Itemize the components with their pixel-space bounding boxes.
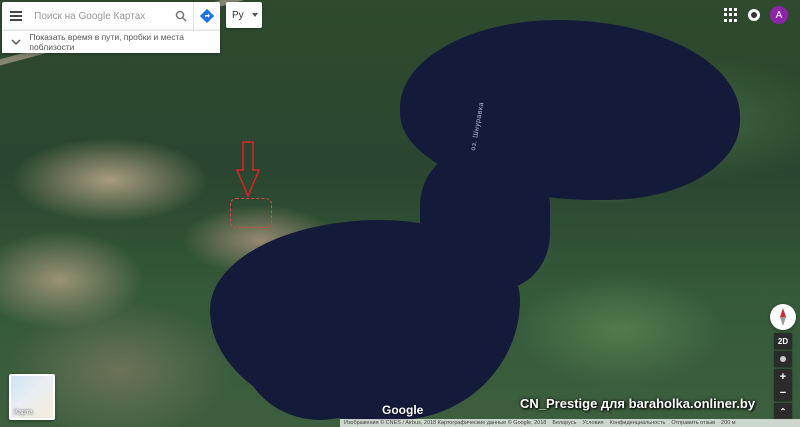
watermark: CN_Prestige для baraholka.onliner.by bbox=[520, 396, 756, 411]
language-select[interactable]: Ру bbox=[226, 2, 262, 28]
apps-grid-icon[interactable] bbox=[724, 8, 738, 22]
footer-privacy-link[interactable]: Конфиденциальность bbox=[610, 420, 666, 426]
search-icon[interactable] bbox=[170, 2, 193, 30]
footer-country: Беларусь bbox=[552, 420, 577, 426]
caret-down-icon bbox=[252, 13, 258, 17]
lake-west-part bbox=[240, 270, 400, 420]
imagery-attribution: Изображения © CNES / Airbus, 2018 Картог… bbox=[344, 420, 547, 426]
zoom-out-button[interactable]: − bbox=[774, 385, 792, 401]
scale-label: 200 м bbox=[721, 420, 736, 426]
language-value: Ру bbox=[232, 9, 244, 21]
layer-label: Карта bbox=[14, 409, 33, 416]
view-mode-button[interactable]: 2D bbox=[774, 333, 792, 349]
red-arrow-marker bbox=[236, 141, 260, 198]
chevron-down-icon[interactable] bbox=[2, 38, 29, 46]
my-location-button[interactable] bbox=[774, 351, 792, 367]
search-box bbox=[2, 2, 220, 30]
footer-feedback-link[interactable]: Отправить отзыв bbox=[671, 420, 715, 426]
top-right-toolbar: A bbox=[724, 6, 788, 24]
hamburger-icon bbox=[10, 15, 23, 17]
highlighted-plot bbox=[230, 198, 272, 228]
map-footer: Изображения © CNES / Airbus, 2018 Картог… bbox=[340, 419, 800, 427]
travel-info-row[interactable]: Показать время в пути, пробки и места по… bbox=[2, 30, 220, 53]
google-logo: Google bbox=[382, 403, 424, 417]
notifications-icon[interactable] bbox=[748, 9, 760, 21]
directions-icon[interactable] bbox=[192, 2, 220, 30]
satellite-map[interactable]: оз. Шнуравка bbox=[0, 0, 800, 427]
location-dot-icon bbox=[780, 356, 786, 362]
expand-button[interactable]: ⌃ bbox=[774, 403, 792, 419]
travel-info-text: Показать время в пути, пробки и места по… bbox=[29, 32, 184, 52]
avatar[interactable]: A bbox=[770, 6, 788, 24]
footer-terms-link[interactable]: Условия bbox=[582, 420, 603, 426]
compass-icon[interactable] bbox=[770, 304, 796, 330]
search-input[interactable] bbox=[30, 3, 171, 29]
zoom-in-button[interactable]: + bbox=[774, 369, 792, 385]
menu-button[interactable] bbox=[2, 2, 30, 30]
layer-switcher[interactable]: Карта bbox=[9, 374, 55, 420]
